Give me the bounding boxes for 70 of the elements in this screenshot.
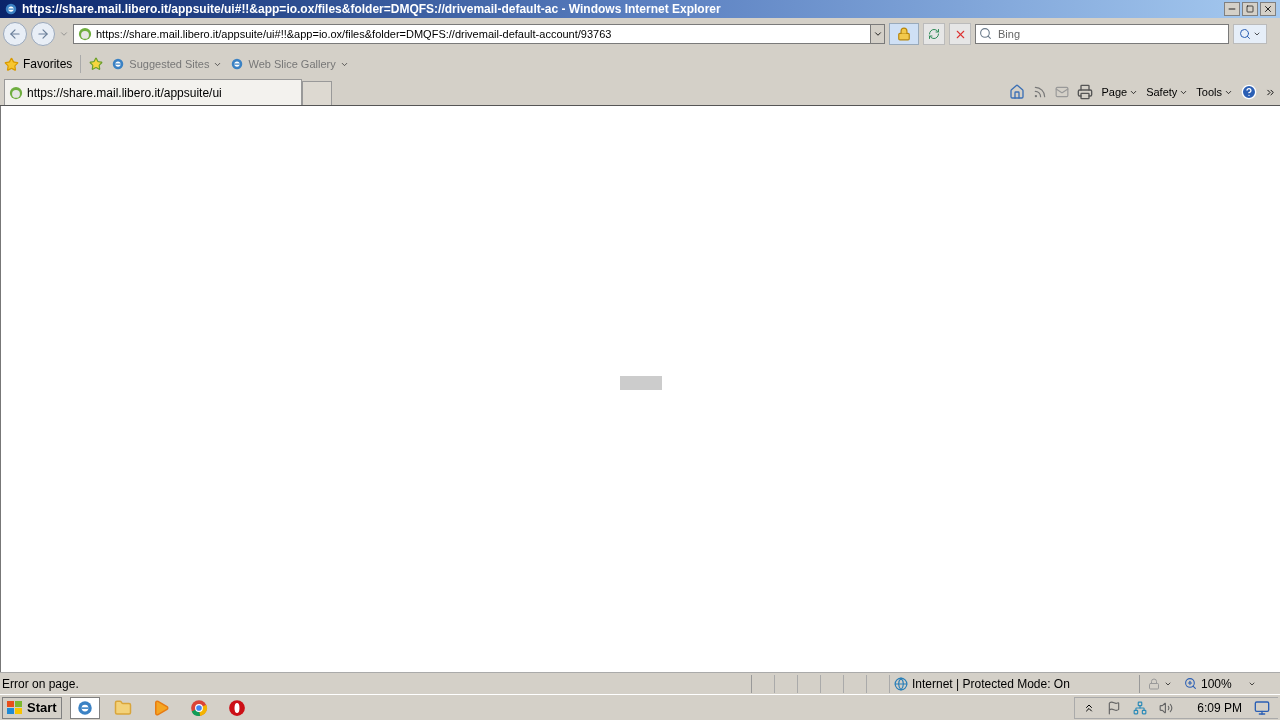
close-icon [1263,4,1273,14]
start-label: Start [27,698,57,717]
address-field[interactable]: https://share.mail.libero.it/appsuite/ui#!!&app=io.ox/files&folder=DMQFS://drivemail-default-account/93763 [73,24,885,44]
help-icon[interactable] [1241,84,1257,100]
clock: 6:09 PM [1197,699,1242,717]
link-label: Web Slice Gallery [248,56,336,72]
command-menu[interactable]: Safety [1146,83,1189,101]
window-title: https://share.mail.libero.it/appsuite/ui#!!&app=io.ox/files&folder=DMQFS://drivemail-default-ac - Windows Internet Explorer [22,1,721,18]
search-button[interactable] [1233,24,1267,44]
link-label: Suggested Sites [129,56,210,72]
opera-icon [227,698,246,717]
menu-label: Page [1101,84,1128,100]
command-menu[interactable]: Tools [1196,83,1233,101]
back-button[interactable] [3,22,27,46]
browser-icon [75,698,94,717]
home-icon[interactable] [1009,84,1026,100]
caret-icon [872,29,883,39]
padlock-icon [897,27,911,41]
security-zone: Internet | Protected Mode: On [912,675,1070,693]
minimize-button[interactable] [1224,2,1240,16]
refresh-icon [928,28,940,40]
folder-icon [113,698,132,717]
loading-bar [619,376,662,390]
add-favorite-icon[interactable] [89,57,104,71]
search-field[interactable]: Bing [975,24,1229,44]
star-icon [4,56,19,72]
menu-label: Tools [1196,84,1222,100]
show-desktop-icon[interactable] [1254,699,1270,716]
back-arrow-icon [8,27,22,41]
refresh-button[interactable] [923,23,945,45]
feed-icon[interactable] [1033,85,1048,99]
chrome-icon [189,698,208,717]
security-lock-button[interactable] [889,23,919,45]
page-icon [78,27,92,41]
address-dropdown-button[interactable] [870,25,884,43]
page-icon [9,85,23,100]
forward-button[interactable] [31,22,55,46]
browser-icon [111,57,126,71]
browser-icon [230,57,245,71]
zoom-button[interactable]: 100% [1180,674,1260,693]
menu-label: Safety [1146,84,1178,100]
volume-icon[interactable] [1159,700,1174,715]
taskbar-app-button[interactable] [69,696,100,719]
zoom-icon [1184,677,1197,690]
network-icon[interactable] [1133,700,1148,715]
search-icon [979,27,992,40]
command-menu[interactable]: Page [1101,83,1139,101]
printer-icon[interactable] [1077,84,1094,100]
globe-icon [894,676,908,691]
tab-label: https://share.mail.libero.it/appsuite/ui [27,84,222,102]
favorites-button[interactable]: Favorites [4,55,82,73]
flag-icon[interactable] [1107,700,1122,715]
new-tab-button[interactable] [302,81,332,105]
dropdown-icon[interactable] [59,29,69,39]
search-icon [1239,28,1251,40]
address-url: https://share.mail.libero.it/appsuite/ui#!!&app=io.ox/files&folder=DMQFS://drivemail-default-account/93763 [96,26,612,42]
browser-icon [4,2,18,16]
caret-icon [1253,30,1261,38]
favorites-label: Favorites [23,56,73,73]
status-text: Error on page. [0,674,752,693]
mail-icon[interactable] [1055,85,1070,99]
windows-logo-icon [7,700,23,715]
padlock-icon [1148,677,1160,690]
forward-arrow-icon [36,27,50,41]
close-button[interactable] [1260,2,1276,16]
restore-icon [1246,5,1254,13]
start-button[interactable]: Start [2,696,62,719]
zoom-level: 100% [1201,675,1232,693]
stop-button[interactable] [949,23,971,45]
browser-tab[interactable]: https://share.mail.libero.it/appsuite/ui [4,79,302,105]
